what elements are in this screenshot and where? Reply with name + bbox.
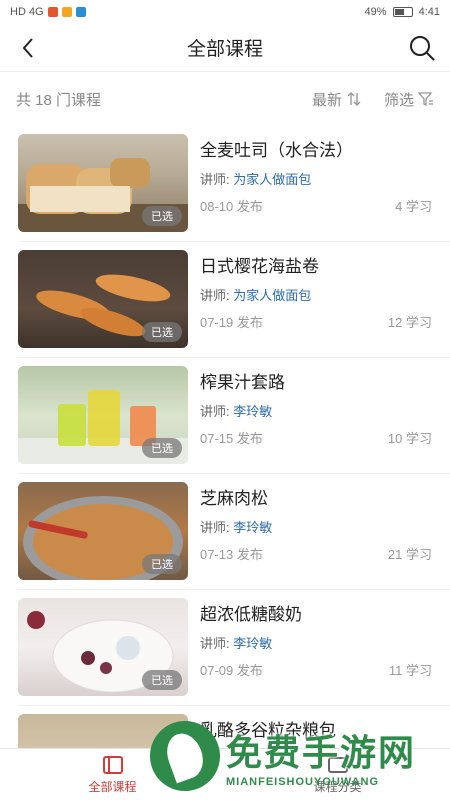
course-teacher: 讲师: 李玲敏 bbox=[200, 633, 432, 652]
course-thumbnail: 已选 bbox=[18, 366, 188, 464]
teacher-prefix: 讲师: bbox=[200, 172, 230, 187]
teacher-name[interactable]: 李玲敏 bbox=[233, 520, 272, 535]
network-label: HD 4G bbox=[10, 6, 44, 18]
selected-badge: 已选 bbox=[142, 554, 182, 574]
course-thumbnail: 已选 bbox=[18, 134, 188, 232]
teacher-name[interactable]: 李玲敏 bbox=[233, 636, 272, 651]
watermark-logo-icon bbox=[150, 721, 220, 791]
status-right: 49% 4:41 bbox=[365, 6, 440, 18]
filter-label: 筛选 bbox=[383, 91, 414, 109]
selected-badge: 已选 bbox=[142, 322, 182, 342]
learner-count: 10 学习 bbox=[387, 431, 432, 446]
course-title: 芝麻肉松 bbox=[200, 489, 268, 508]
course-info: 超浓低糖酸奶 讲师: 李玲敏 07-09 发布 11 学习 bbox=[200, 598, 450, 696]
search-button[interactable] bbox=[408, 34, 436, 62]
back-button[interactable] bbox=[14, 34, 42, 62]
learner-count: 11 学习 bbox=[388, 663, 432, 678]
header: 全部课程 bbox=[0, 24, 450, 72]
course-card[interactable]: 已选 芝麻肉松 讲师: 李玲敏 07-13 发布 21 学习 bbox=[18, 474, 450, 590]
teacher-name[interactable]: 李玲敏 bbox=[233, 404, 272, 419]
course-meta: 07-09 发布 11 学习 bbox=[200, 660, 432, 679]
course-card[interactable]: 已选 日式樱花海盐卷 讲师: 为家人做面包 07-19 发布 12 学习 bbox=[18, 242, 450, 358]
teacher-prefix: 讲师: bbox=[200, 404, 230, 419]
watermark-title: 免费手游网 bbox=[226, 732, 417, 773]
course-meta: 07-15 发布 10 学习 bbox=[200, 428, 432, 447]
clock: 4:41 bbox=[418, 6, 440, 18]
learner-count: 4 学习 bbox=[395, 199, 432, 214]
filter-button[interactable]: 筛选 bbox=[384, 89, 434, 110]
selected-badge: 已选 bbox=[142, 438, 182, 458]
course-info: 芝麻肉松 讲师: 李玲敏 07-13 发布 21 学习 bbox=[200, 482, 450, 580]
learner-count: 21 学习 bbox=[387, 547, 432, 562]
course-title: 日式樱花海盐卷 bbox=[200, 257, 319, 276]
search-icon bbox=[410, 36, 435, 61]
filter-bar: 共 18 门课程 最新 筛选 bbox=[0, 72, 450, 126]
status-bar: HD 4G 49% 4:41 bbox=[0, 0, 450, 24]
course-teacher: 讲师: 为家人做面包 bbox=[200, 285, 432, 304]
app-notification-icon bbox=[61, 7, 72, 17]
course-thumbnail: 已选 bbox=[18, 482, 188, 580]
watermark-text: 免费手游网 MIANFEISHOUYOUWANG bbox=[226, 724, 416, 788]
course-book-icon bbox=[102, 756, 123, 774]
course-teacher: 讲师: 李玲敏 bbox=[200, 517, 432, 536]
sort-label: 最新 bbox=[311, 91, 342, 109]
sort-icon bbox=[347, 92, 361, 106]
learner-count: 12 学习 bbox=[387, 315, 432, 330]
course-card[interactable]: 已选 全麦吐司（水合法） 讲师: 为家人做面包 08-10 发布 4 学习 bbox=[18, 126, 450, 242]
funnel-icon bbox=[418, 92, 433, 107]
selected-badge: 已选 bbox=[142, 670, 182, 690]
course-info: 榨果汁套路 讲师: 李玲敏 07-15 发布 10 学习 bbox=[200, 366, 450, 464]
course-title: 全麦吐司（水合法） bbox=[200, 141, 353, 160]
status-left: HD 4G bbox=[10, 6, 86, 18]
course-meta: 07-19 发布 12 学习 bbox=[200, 312, 432, 331]
course-teacher: 讲师: 李玲敏 bbox=[200, 401, 432, 420]
course-title: 超浓低糖酸奶 bbox=[200, 605, 302, 624]
publish-date: 08-10 发布 bbox=[200, 199, 263, 214]
publish-date: 07-09 发布 bbox=[200, 663, 263, 678]
app-notification-icon bbox=[47, 7, 58, 17]
course-list: 已选 全麦吐司（水合法） 讲师: 为家人做面包 08-10 发布 4 学习 已选… bbox=[0, 126, 450, 800]
course-teacher: 讲师: 为家人做面包 bbox=[200, 169, 432, 188]
course-info: 全麦吐司（水合法） 讲师: 为家人做面包 08-10 发布 4 学习 bbox=[200, 134, 450, 232]
watermark-subtitle: MIANFEISHOUYOUWANG bbox=[226, 776, 380, 788]
battery-icon bbox=[392, 7, 413, 17]
teacher-prefix: 讲师: bbox=[200, 520, 230, 535]
course-meta: 08-10 发布 4 学习 bbox=[200, 196, 432, 215]
course-thumbnail: 已选 bbox=[18, 598, 188, 696]
course-card[interactable]: 已选 超浓低糖酸奶 讲师: 李玲敏 07-09 发布 11 学习 bbox=[18, 590, 450, 706]
course-count: 共 18 门课程 bbox=[16, 91, 102, 109]
sort-button[interactable]: 最新 bbox=[312, 89, 362, 110]
course-meta: 07-13 发布 21 学习 bbox=[200, 544, 432, 563]
publish-date: 07-19 发布 bbox=[200, 315, 263, 330]
page-title: 全部课程 bbox=[186, 39, 263, 60]
course-thumbnail: 已选 bbox=[18, 250, 188, 348]
app-notification-icon bbox=[75, 7, 86, 17]
publish-date: 07-15 发布 bbox=[200, 431, 263, 446]
publish-date: 07-13 发布 bbox=[200, 547, 263, 562]
battery-percent: 49% bbox=[364, 6, 387, 18]
selected-badge: 已选 bbox=[142, 206, 182, 226]
teacher-prefix: 讲师: bbox=[200, 636, 230, 651]
tab-label: 全部课程 bbox=[88, 780, 137, 794]
teacher-name[interactable]: 为家人做面包 bbox=[233, 172, 311, 187]
teacher-prefix: 讲师: bbox=[200, 288, 230, 303]
course-info: 日式樱花海盐卷 讲师: 为家人做面包 07-19 发布 12 学习 bbox=[200, 250, 450, 348]
teacher-name[interactable]: 为家人做面包 bbox=[233, 288, 311, 303]
course-title: 榨果汁套路 bbox=[200, 373, 285, 392]
watermark: 免费手游网 MIANFEISHOUYOUWANG bbox=[150, 718, 450, 794]
chevron-left-icon bbox=[22, 38, 33, 58]
course-card[interactable]: 已选 榨果汁套路 讲师: 李玲敏 07-15 发布 10 学习 bbox=[18, 358, 450, 474]
